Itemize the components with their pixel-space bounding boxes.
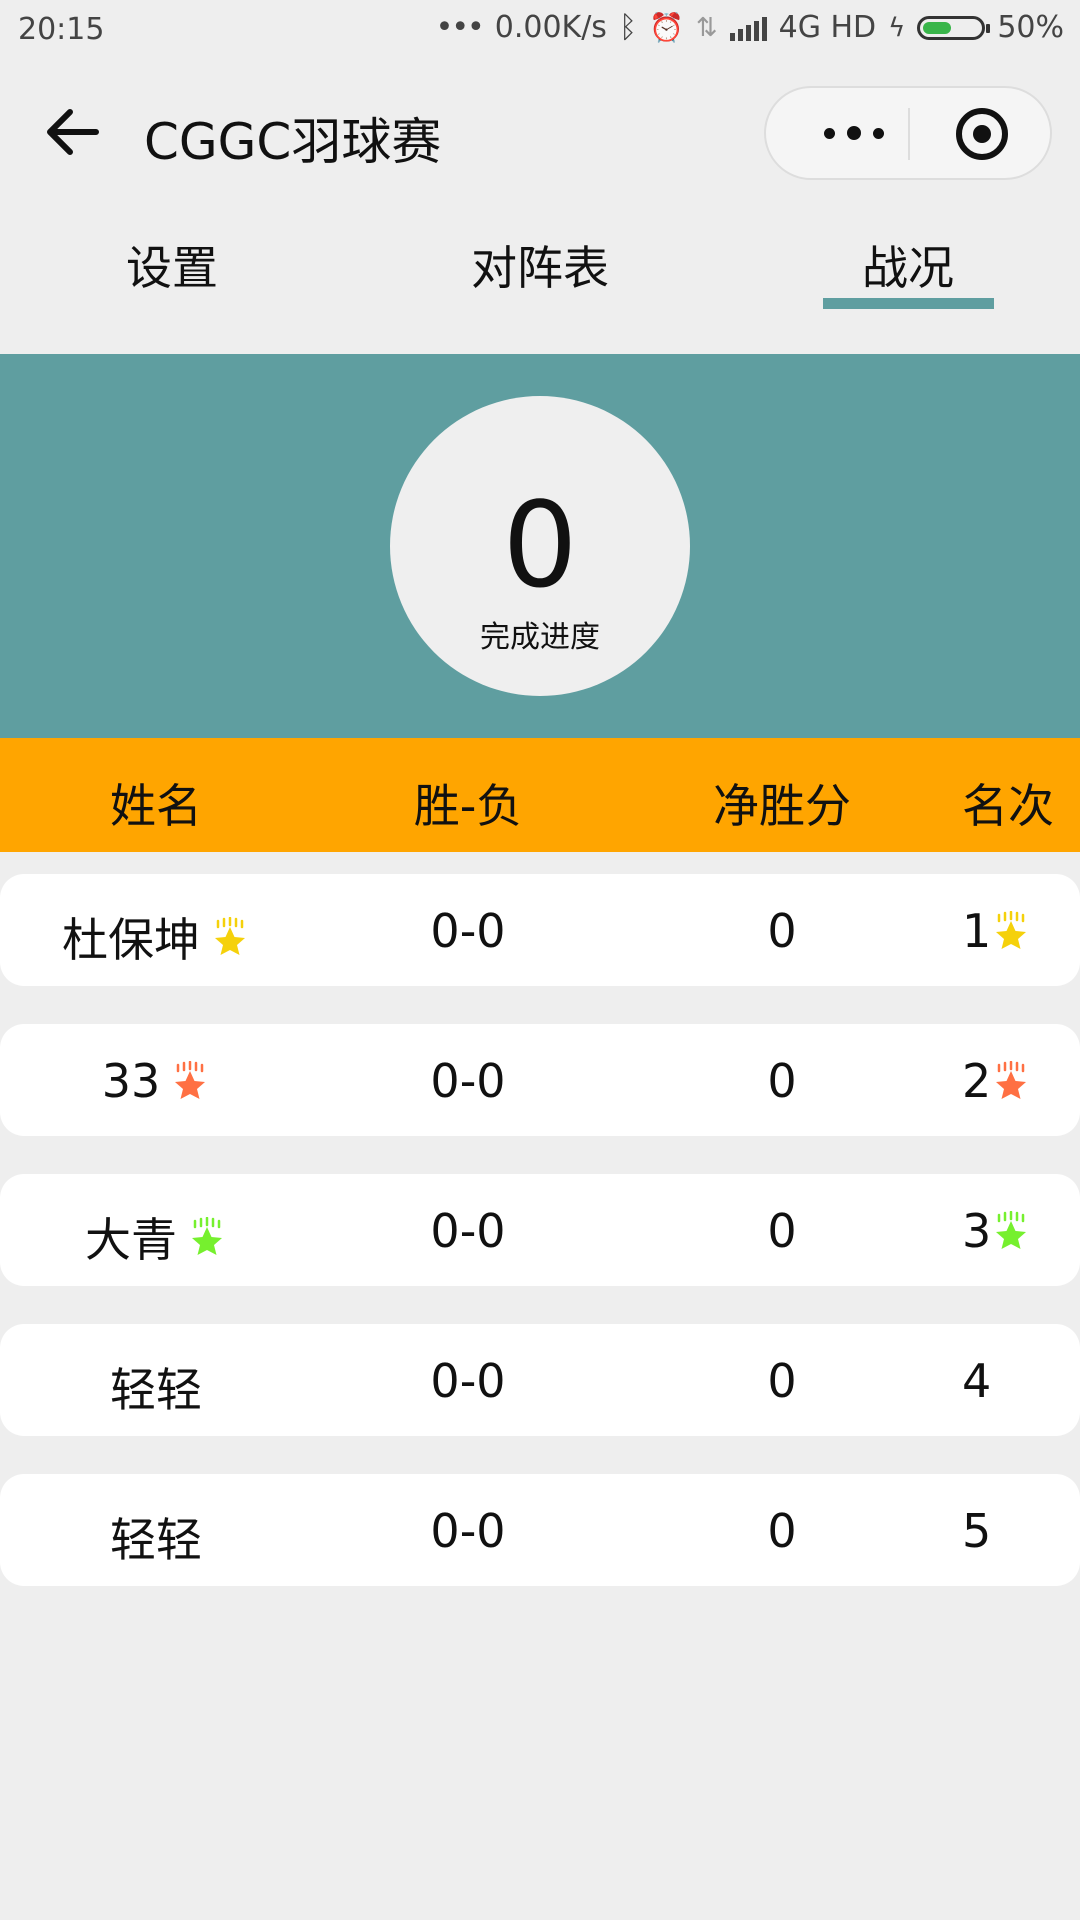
rank-badge-icon: [991, 1211, 1031, 1251]
table-header: 姓名 胜-负 净胜分 名次: [0, 738, 1080, 852]
player-name: 轻轻: [110, 1513, 202, 1567]
tab-bracket[interactable]: 对阵表: [440, 232, 640, 298]
table-row[interactable]: 大青 0-0 0 3: [0, 1174, 1080, 1286]
battery-icon: [917, 15, 991, 40]
tab-bar: 设置 对阵表 战况: [0, 202, 1080, 312]
progress-value: 0: [502, 476, 578, 614]
row-rank-wrap: 2: [962, 1054, 1031, 1108]
player-net: 0: [767, 1504, 797, 1558]
rank-badge-icon: [991, 1061, 1031, 1101]
player-name: 杜保坤: [62, 913, 200, 967]
bluetooth-icon: ᛒ: [618, 10, 637, 45]
row-name-cell: 大青: [36, 1204, 276, 1270]
row-rank-wrap: 1: [962, 904, 1031, 958]
player-name: 大青: [85, 1213, 177, 1267]
header-record: 胜-负: [413, 779, 523, 833]
player-rank: 3: [962, 1204, 992, 1258]
status-bar: 20:15 ••• 0.00K/s ᛒ ⏰ ⇅ 4G HD ϟ 50%: [0, 0, 1080, 62]
row-rank-cell: 3: [890, 1204, 1080, 1258]
charging-icon: ϟ: [888, 12, 906, 43]
player-net: 0: [767, 1204, 797, 1258]
more-button[interactable]: [804, 88, 904, 178]
tab-settings[interactable]: 设置: [72, 232, 272, 298]
battery-percent: 50%: [997, 10, 1064, 45]
player-record: 0-0: [430, 1504, 506, 1558]
rank-badge-icon: [170, 1061, 210, 1101]
player-record: 0-0: [430, 904, 506, 958]
alarm-icon: ⏰: [648, 11, 684, 44]
table-row[interactable]: 杜保坤 0-0 0 1: [0, 874, 1080, 986]
row-rank-wrap: 3: [962, 1204, 1031, 1258]
menu-capsule: [764, 86, 1052, 180]
capsule-divider: [908, 108, 910, 160]
battery-fill: [923, 21, 952, 34]
more-dot: [873, 127, 884, 139]
player-rank: 5: [962, 1504, 992, 1558]
header-rank: 名次: [962, 779, 1054, 833]
header-name: 姓名: [110, 779, 202, 833]
row-name-cell: 33: [36, 1054, 276, 1108]
progress-banner: 0 完成进度: [0, 354, 1080, 738]
row-rank-cell: 2: [890, 1054, 1080, 1108]
dots-icon: •••: [435, 10, 485, 45]
page-title: CGGC羽球赛: [144, 113, 442, 171]
progress-circle: 0 完成进度: [390, 396, 690, 696]
arrow-left-icon: [47, 109, 99, 155]
player-rank: 4: [962, 1354, 992, 1408]
row-name-wrap: 杜保坤: [62, 904, 250, 970]
target-icon[interactable]: [956, 108, 1008, 160]
player-net: 0: [767, 1054, 797, 1108]
status-icons: ••• 0.00K/s ᛒ ⏰ ⇅ 4G HD ϟ 50%: [436, 10, 1064, 45]
player-name: 33: [101, 1054, 161, 1108]
row-name-wrap: 大青: [85, 1204, 227, 1270]
rank-badge-icon: [187, 1217, 227, 1257]
progress-label: 完成进度: [480, 620, 600, 655]
table-row[interactable]: 轻轻 0-0 0 5: [0, 1474, 1080, 1586]
row-name-cell: 杜保坤: [36, 904, 276, 970]
player-name: 轻轻: [110, 1363, 202, 1417]
player-net: 0: [767, 1354, 797, 1408]
player-net: 0: [767, 904, 797, 958]
standings-list: 杜保坤 0-0 0 1 33 0-0 0 2 大青 0-0 0 3 轻轻 0-0…: [0, 874, 1080, 1624]
player-rank: 1: [962, 904, 992, 958]
row-name-wrap: 33: [102, 1054, 211, 1108]
player-record: 0-0: [430, 1204, 506, 1258]
tab-standings[interactable]: 战况: [808, 232, 1008, 298]
data-arrows-icon: ⇅: [695, 12, 718, 43]
rank-badge-icon: [991, 911, 1031, 951]
player-record: 0-0: [430, 1354, 506, 1408]
player-rank: 2: [962, 1054, 992, 1108]
table-row[interactable]: 轻轻 0-0 0 4: [0, 1324, 1080, 1436]
signal-icon: [729, 15, 767, 41]
more-dots-icon: [824, 127, 835, 139]
status-time: 20:15: [18, 12, 105, 47]
row-rank-cell: 1: [890, 904, 1080, 958]
nav-bar: CGGC羽球赛: [0, 62, 1080, 202]
player-record: 0-0: [430, 1054, 506, 1108]
header-net: 净胜分: [713, 779, 851, 833]
network-speed: 0.00K/s: [494, 10, 607, 45]
active-tab-indicator: [823, 298, 994, 309]
more-dot: [847, 126, 861, 140]
rank-badge-icon: [210, 917, 250, 957]
back-button[interactable]: [44, 102, 104, 162]
network-type: 4G HD: [778, 10, 877, 45]
table-row[interactable]: 33 0-0 0 2: [0, 1024, 1080, 1136]
